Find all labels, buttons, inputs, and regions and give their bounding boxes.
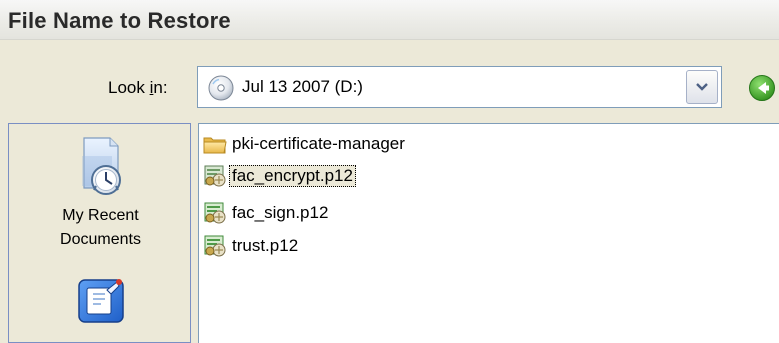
- dropdown-arrow-button[interactable]: [686, 70, 718, 104]
- look-in-dropdown[interactable]: Jul 13 2007 (D:): [197, 66, 722, 108]
- folder-icon: [202, 131, 228, 157]
- look-in-label-prefix: Look: [108, 78, 150, 97]
- recent-documents-icon: [74, 132, 128, 204]
- places-item-label-line1: My Recent: [62, 207, 139, 224]
- file-name: fac_encrypt.p12: [229, 165, 356, 187]
- file-list[interactable]: pki-certificate-manager fac_encrypt.p12: [198, 123, 779, 343]
- back-button[interactable]: [748, 74, 776, 102]
- places-item-label-line2: Documents: [60, 231, 141, 248]
- list-item-file[interactable]: trust.p12: [202, 232, 301, 260]
- dialog-title: File Name to Restore: [8, 8, 231, 33]
- places-item-my-recent-documents[interactable]: My Recent Documents: [9, 126, 192, 252]
- look-in-label: Look in:: [108, 78, 168, 98]
- list-item-folder[interactable]: pki-certificate-manager: [202, 130, 408, 158]
- chevron-down-icon: [696, 83, 708, 91]
- places-item-desktop[interactable]: [9, 272, 192, 328]
- file-name: pki-certificate-manager: [232, 134, 405, 153]
- look-in-label-suffix: n:: [153, 78, 168, 97]
- cd-drive-icon: [208, 75, 234, 101]
- desktop-icon: [73, 272, 129, 328]
- look-in-value: Jul 13 2007 (D:): [242, 77, 363, 96]
- file-name: fac_sign.p12: [232, 203, 329, 222]
- file-name: trust.p12: [232, 236, 299, 255]
- back-arrow-icon: [749, 75, 775, 101]
- certificate-file-icon: [202, 163, 228, 189]
- certificate-file-icon: [202, 200, 228, 226]
- certificate-file-icon: [202, 233, 228, 259]
- list-item-file-selected[interactable]: fac_encrypt.p12: [202, 162, 356, 190]
- places-bar: My Recent Documents: [8, 123, 191, 343]
- dialog-title-bar: File Name to Restore: [0, 0, 779, 40]
- list-item-file[interactable]: fac_sign.p12: [202, 199, 331, 227]
